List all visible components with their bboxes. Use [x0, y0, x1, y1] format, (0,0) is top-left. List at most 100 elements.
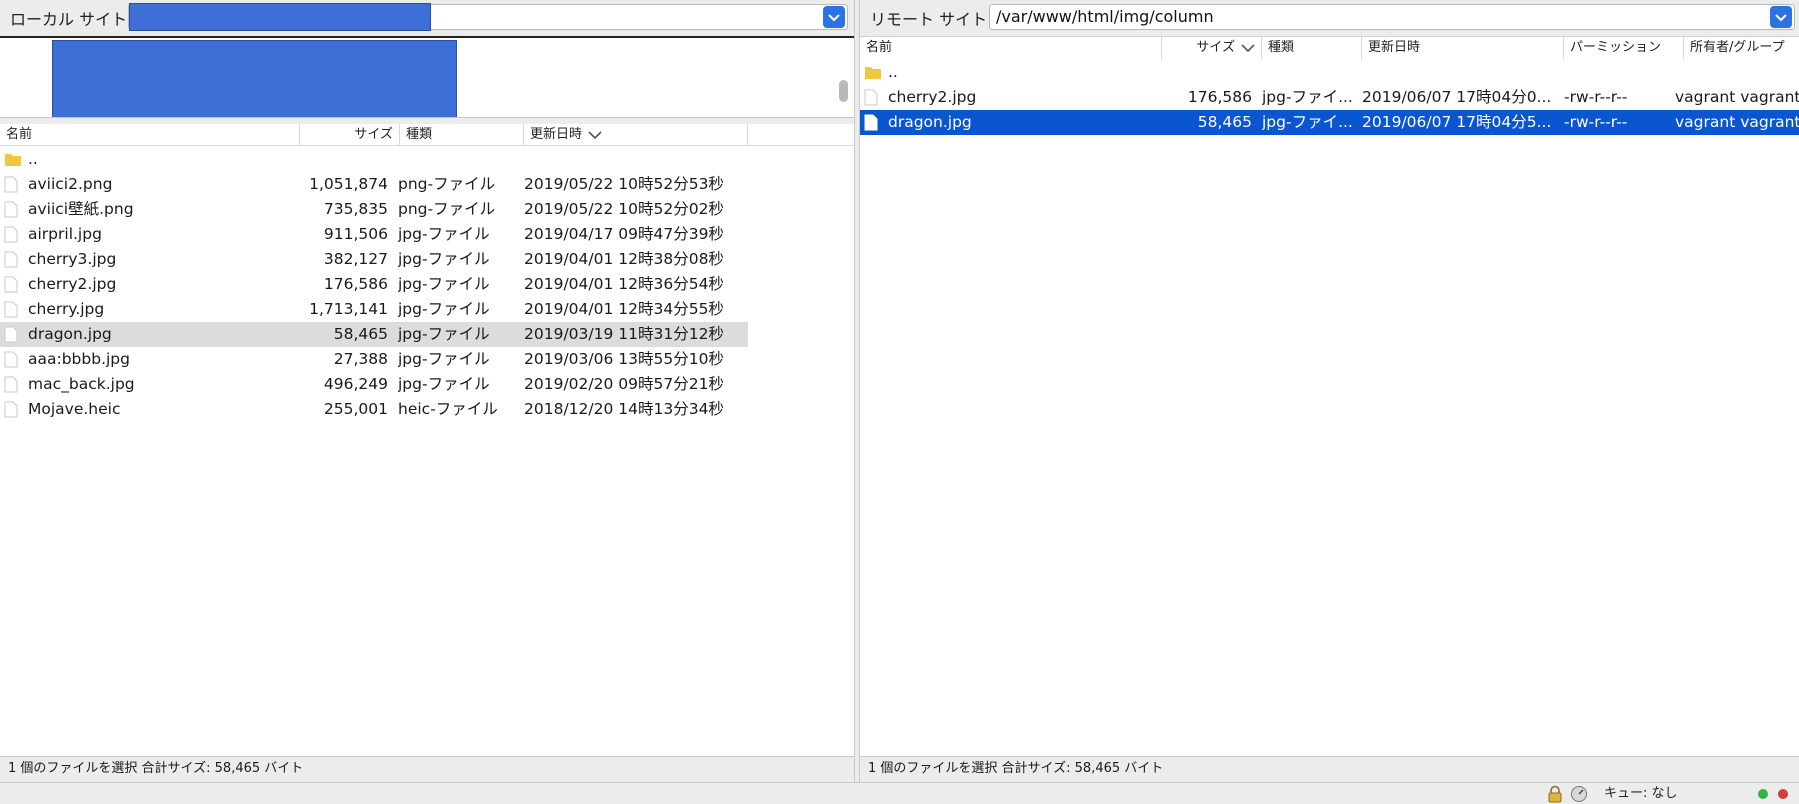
cell-type: png-ファイル [398, 200, 496, 218]
cell-type: jpg-ファイ... [1262, 113, 1353, 131]
cell-modified: 2019/04/01 12時36分54秒 [524, 275, 724, 293]
remote-file-list[interactable]: 名前 サイズ 種類 更新日時 パーミッション 所有者/グループ .. cherry… [860, 36, 1799, 756]
col-type[interactable]: 種類 [1262, 37, 1362, 59]
cell-name: airpril.jpg [28, 225, 102, 243]
cell-size: 911,506 [323, 225, 388, 243]
red-status-dot [1778, 789, 1788, 799]
table-row[interactable]: cherry2.jpg 176,586 jpg-ファイ... 2019/06/07 1… [860, 85, 1799, 110]
sort-desc-icon [588, 130, 602, 139]
speedometer-icon[interactable] [1570, 785, 1588, 803]
file-icon [864, 89, 878, 110]
sort-desc-icon [1241, 43, 1255, 52]
table-row[interactable]: .. [0, 147, 854, 172]
remote-site-label: リモート サイト: [870, 10, 993, 29]
remote-column-header: 名前 サイズ 種類 更新日時 パーミッション 所有者/グループ [860, 37, 1799, 59]
cell-name: cherry2.jpg [28, 275, 117, 293]
local-site-combo[interactable] [128, 3, 848, 31]
cell-name: aviici2.png [28, 175, 113, 193]
cell-modified: 2019/04/01 12時34分55秒 [524, 300, 724, 318]
cell-size [1150, 60, 1252, 85]
cell-size: 382,127 [323, 250, 388, 268]
table-row[interactable]: dragon.jpg 58,465 jpg-ファイ... 2019/06/07 17時… [860, 110, 1799, 135]
table-row[interactable]: Mojave.heic 255,001 heic-ファイル 2018/12/20 14… [0, 397, 854, 422]
remote-site-path: /var/www/html/img/column [996, 7, 1214, 26]
table-row[interactable]: dragon.jpg 58,465 jpg-ファイル 2019/03/19 11時31… [0, 322, 748, 347]
local-site-dropdown-button[interactable] [823, 6, 845, 28]
file-icon [4, 201, 18, 222]
cell-type: jpg-ファイル [398, 375, 490, 393]
table-row[interactable]: cherry2.jpg 176,586 jpg-ファイル 2019/04/01 12時… [0, 272, 854, 297]
cell-size: 1,051,874 [309, 175, 388, 193]
cell-modified: 2019/05/22 10時52分02秒 [524, 200, 724, 218]
cell-modified: 2019/02/20 09時57分21秒 [524, 375, 724, 393]
file-icon [4, 376, 18, 397]
cell-type: jpg-ファイル [398, 350, 490, 368]
cell-permission [1564, 60, 1674, 85]
cell-modified [524, 147, 744, 172]
cell-type [1262, 60, 1360, 85]
cell-size: 496,249 [323, 375, 388, 393]
cell-type: jpg-ファイル [398, 250, 490, 268]
cell-size: 735,835 [323, 200, 388, 218]
cell-type: png-ファイル [398, 175, 496, 193]
col-filler [748, 124, 854, 146]
table-row[interactable]: aviici壁紙.png 735,835 png-ファイル 2019/05/22 10… [0, 197, 854, 222]
remote-rows: .. cherry2.jpg 176,586 jpg-ファイ... 2019/06/07… [860, 60, 1799, 135]
col-size[interactable]: サイズ [1162, 37, 1262, 59]
cell-name: cherry.jpg [28, 300, 105, 318]
col-name[interactable]: 名前 [0, 124, 300, 146]
lock-icon[interactable] [1546, 785, 1564, 803]
table-row[interactable]: mac_back.jpg 496,249 jpg-ファイル 2019/02/20 09… [0, 372, 854, 397]
cell-type: heic-ファイル [398, 400, 498, 418]
local-site-bar: ローカル サイト: [0, 0, 854, 36]
file-icon [4, 351, 18, 372]
redacted-block [129, 3, 431, 31]
col-size[interactable]: サイズ [300, 124, 400, 146]
remote-site-combo[interactable]: /var/www/html/img/column [989, 4, 1795, 30]
cell-size: 58,465 [1197, 113, 1252, 131]
cell-size: 1,713,141 [309, 300, 388, 318]
col-name[interactable]: 名前 [860, 37, 1162, 59]
local-site-label: ローカル サイト: [10, 10, 133, 29]
cell-name: dragon.jpg [888, 113, 972, 131]
cell-owner: vagrant vagrant [1675, 113, 1799, 131]
cell-type: jpg-ファイル [398, 300, 490, 318]
cell-size: 176,586 [1187, 88, 1252, 106]
cell-name: aaa:bbbb.jpg [28, 350, 130, 368]
file-icon [4, 301, 18, 322]
col-modified[interactable]: 更新日時 [524, 124, 748, 146]
table-row[interactable]: cherry.jpg 1,713,141 jpg-ファイル 2019/04/01 12… [0, 297, 854, 322]
file-icon [4, 276, 18, 297]
cell-modified: 2019/06/07 17時04分0... [1362, 88, 1552, 106]
cell-owner [1675, 60, 1799, 85]
local-directory-tree[interactable] [0, 36, 854, 118]
cell-name: cherry2.jpg [888, 88, 977, 106]
cell-modified: 2019/05/22 10時52分53秒 [524, 175, 724, 193]
cell-type: jpg-ファイル [398, 325, 490, 343]
file-icon [4, 226, 18, 247]
table-row[interactable]: airpril.jpg 911,506 jpg-ファイル 2019/04/17 09時… [0, 222, 854, 247]
cell-name: .. [888, 63, 898, 81]
table-row[interactable]: .. [860, 60, 1799, 85]
col-permission[interactable]: パーミッション [1564, 37, 1684, 59]
cell-size: 58,465 [333, 325, 388, 343]
file-icon [864, 114, 878, 135]
table-row[interactable]: aviici2.png 1,051,874 png-ファイル 2019/05/22 1… [0, 172, 854, 197]
cell-name: Mojave.heic [28, 400, 121, 418]
cell-permission: -rw-r--r-- [1564, 88, 1628, 106]
tree-scrollbar[interactable] [839, 80, 848, 102]
col-type[interactable]: 種類 [400, 124, 524, 146]
table-row[interactable]: aaa:bbbb.jpg 27,388 jpg-ファイル 2019/03/06 13時… [0, 347, 854, 372]
folder-icon [4, 151, 22, 171]
col-owner[interactable]: 所有者/グループ [1684, 37, 1799, 59]
remote-site-bar: リモート サイト: /var/www/html/img/column [860, 0, 1799, 36]
local-file-list[interactable]: 名前 サイズ 種類 更新日時 .. aviici2.png 1,051,874 png… [0, 124, 854, 756]
col-modified[interactable]: 更新日時 [1362, 37, 1564, 59]
table-row[interactable]: cherry3.jpg 382,127 jpg-ファイル 2019/04/01 12時… [0, 247, 854, 272]
cell-modified: 2019/04/17 09時47分39秒 [524, 225, 724, 243]
cell-size [290, 147, 388, 172]
chevron-down-icon [1775, 14, 1787, 22]
remote-site-dropdown-button[interactable] [1770, 6, 1792, 28]
cell-modified: 2019/03/19 11時31分12秒 [524, 325, 724, 343]
redacted-block [52, 40, 457, 117]
